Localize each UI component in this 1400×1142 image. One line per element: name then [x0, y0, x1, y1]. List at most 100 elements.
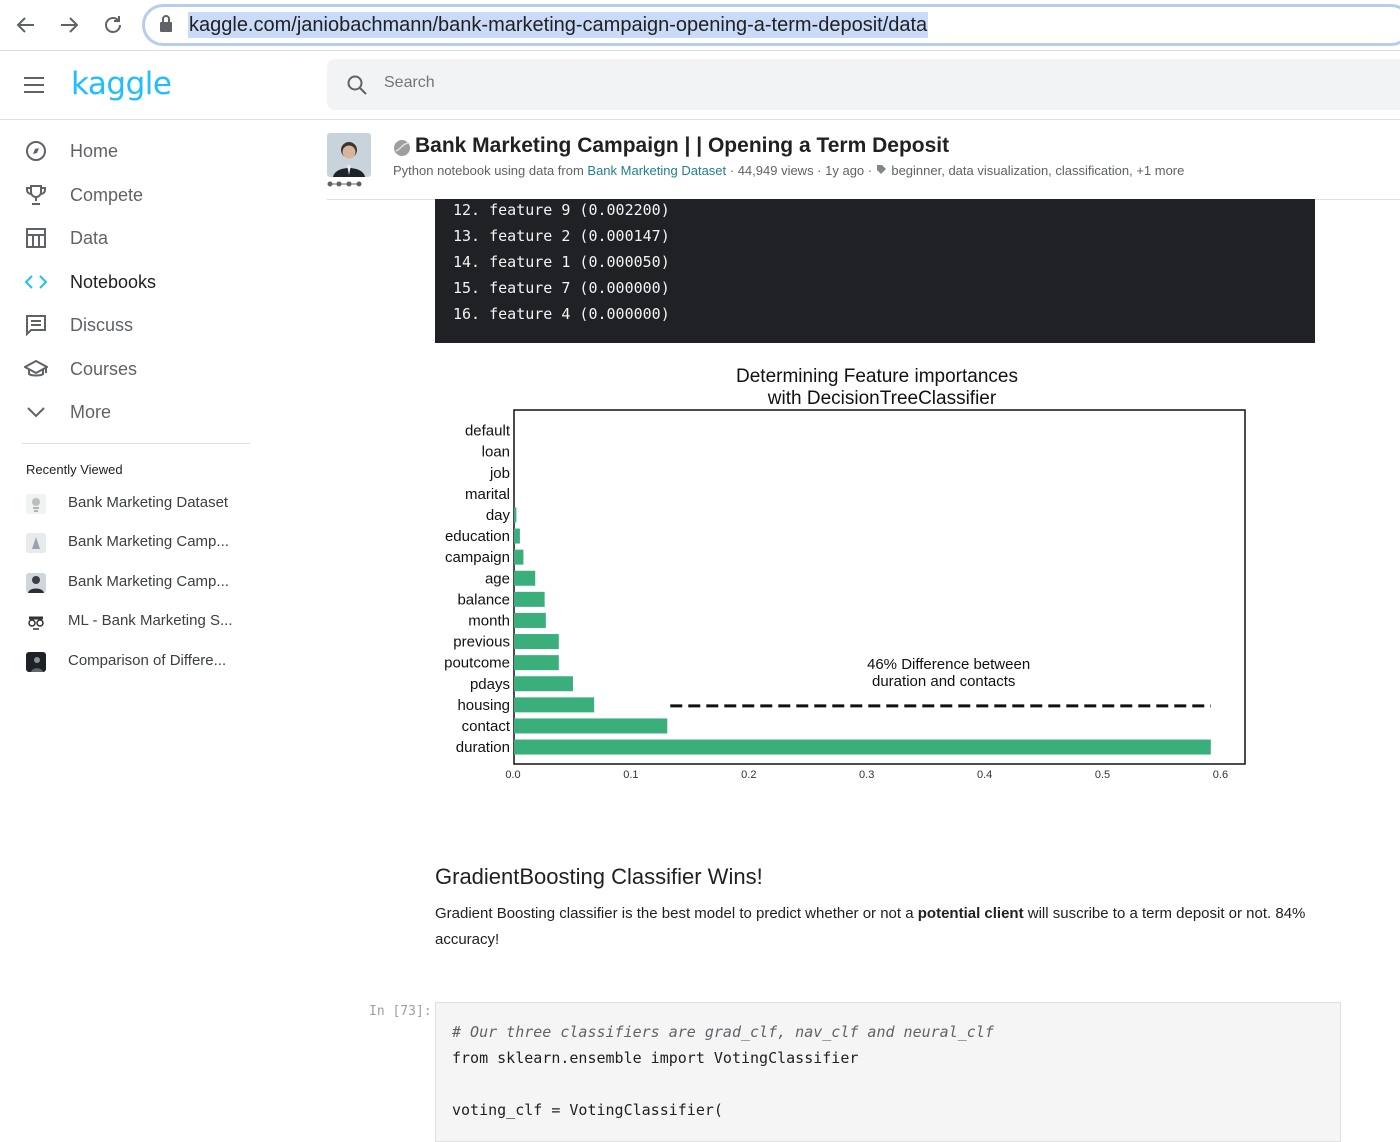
chart-title-line1: Determining Feature importances — [736, 366, 1018, 387]
arrow-right-icon — [61, 17, 79, 33]
reload-icon — [105, 16, 121, 33]
code-icon — [24, 270, 48, 294]
sidebar-item-courses[interactable]: Courses — [0, 349, 260, 389]
y-tick-label: loan — [482, 444, 510, 461]
kaggle-logo[interactable]: kaggle — [71, 66, 172, 102]
meta-prefix: Python notebook using data from — [393, 163, 588, 178]
y-tick-label: month — [468, 612, 510, 629]
compass-icon — [24, 139, 48, 163]
header-divider — [0, 119, 1400, 120]
x-tick-label: 0.0 — [505, 769, 520, 781]
chart-plot-area — [513, 409, 1246, 765]
recent-item-label: ML - Bank Marketing S... — [68, 612, 233, 629]
sidebar-item-data[interactable]: Data — [0, 218, 260, 258]
cell-output-console: 12. feature 9 (0.002200) 13. feature 2 (… — [435, 199, 1315, 343]
sidebar-divider — [22, 443, 250, 444]
sidebar-item-compete[interactable]: Compete — [0, 175, 260, 215]
cell-prompt: In [73]: — [369, 1004, 432, 1019]
y-tick-label: default — [465, 423, 511, 440]
paragraph-text: Gradient Boosting classifier is the best… — [435, 905, 918, 922]
x-tick-label: 0.3 — [859, 769, 874, 781]
menu-icon[interactable] — [22, 74, 48, 96]
forward-button[interactable] — [52, 8, 86, 42]
y-tick-label: day — [486, 507, 511, 524]
console-line: 12. feature 9 (0.002200) — [453, 201, 670, 219]
x-tick-label: 0.5 — [1095, 769, 1110, 781]
bar-day — [514, 507, 517, 523]
code-line: # Our three classifiers are grad_clf, na… — [452, 1023, 994, 1041]
bar-contact — [514, 718, 668, 734]
user-avatar-icon — [26, 573, 46, 593]
meta-tags[interactable]: beginner, data visualization, classifica… — [891, 163, 1184, 178]
y-tick-label: pdays — [470, 676, 510, 693]
sidebar-item-label: Courses — [70, 358, 138, 379]
y-tick-label: age — [485, 570, 510, 587]
recent-item[interactable]: Bank Marketing Camp... — [0, 526, 260, 560]
user-avatar-icon — [327, 133, 371, 177]
y-tick-label: contact — [462, 718, 511, 735]
bar-previous — [514, 634, 559, 650]
y-tick-label: duration — [456, 739, 510, 756]
recent-item[interactable]: Bank Marketing Camp... — [0, 566, 260, 600]
sidebar-item-label: Compete — [70, 184, 144, 205]
bar-poutcome — [514, 655, 559, 671]
notebook-thumbnail-icon — [26, 533, 46, 553]
chart-annotation-line1: 46% Difference between — [867, 656, 1030, 673]
code-line: from sklearn.ensemble import VotingClass… — [452, 1049, 859, 1067]
bar-pdays — [514, 676, 573, 692]
sidebar-item-label: Home — [70, 140, 119, 161]
bar-month — [514, 612, 546, 628]
school-icon — [24, 357, 48, 381]
console-line: 15. feature 7 (0.000000) — [453, 279, 670, 297]
code-line: voting_clf = VotingClassifier( — [452, 1101, 723, 1119]
x-tick-label: 0.2 — [741, 769, 756, 781]
console-line: 14. feature 1 (0.000050) — [453, 253, 670, 271]
dataset-link[interactable]: Bank Marketing Dataset — [587, 163, 726, 178]
recent-item-label: Comparison of Differe... — [68, 652, 227, 669]
markdown-heading: GradientBoosting Classifier Wins! — [435, 864, 763, 889]
user-avatar-icon — [26, 652, 46, 672]
bar-duration — [514, 739, 1211, 755]
markdown-paragraph: Gradient Boosting classifier is the best… — [435, 901, 1335, 953]
tag-icon — [876, 163, 888, 178]
url-text[interactable]: kaggle.com/janiobachmann/bank-marketing-… — [188, 12, 929, 38]
recent-item[interactable]: Comparison of Differe... — [0, 645, 260, 679]
sidebar-item-label: More — [70, 401, 112, 422]
back-button[interactable] — [9, 8, 43, 42]
notebook-meta: Python notebook using data from Bank Mar… — [393, 163, 1184, 178]
public-visibility-icon — [394, 140, 410, 156]
recent-item[interactable]: ML - Bank Marketing S... — [0, 605, 260, 639]
sidebar-item-notebooks[interactable]: Notebooks — [0, 262, 260, 302]
code-cell[interactable]: # Our three classifiers are grad_clf, na… — [435, 1002, 1341, 1142]
recent-item[interactable]: Bank Marketing Dataset — [0, 487, 260, 521]
y-tick-label: marital — [465, 486, 510, 503]
recently-viewed-heading: Recently Viewed — [26, 462, 123, 477]
dataset-thumbnail-icon — [26, 494, 46, 514]
y-tick-label: education — [445, 528, 510, 545]
sidebar-item-label: Data — [70, 227, 109, 248]
chart-annotation-line2: duration and contacts — [872, 673, 1015, 690]
sidebar-item-label: Notebooks — [70, 271, 157, 292]
arrow-left-icon — [16, 17, 34, 33]
y-tick-label: previous — [453, 634, 510, 651]
notebook-title: Bank Marketing Campaign | | Opening a Te… — [415, 134, 950, 157]
comment-icon — [24, 313, 48, 337]
lock-icon — [160, 15, 172, 32]
author-avatar[interactable] — [327, 133, 371, 177]
bar-balance — [514, 591, 545, 607]
y-tick-label: housing — [457, 697, 510, 714]
sidebar-item-home[interactable]: Home — [0, 131, 260, 171]
sidebar-item-more[interactable]: More — [0, 392, 260, 432]
trophy-icon — [24, 183, 48, 207]
feature-importance-chart: Determining Feature importances with Dec… — [444, 366, 1246, 781]
sidebar-item-discuss[interactable]: Discuss — [0, 305, 260, 345]
x-tick-label: 0.1 — [623, 769, 638, 781]
recent-item-label: Bank Marketing Camp... — [68, 573, 229, 590]
sidebar-item-label: Discuss — [70, 314, 134, 335]
chart-title-line2: with DecisionTreeClassifier — [767, 388, 997, 409]
reload-button[interactable] — [96, 8, 130, 42]
progression-dots-icon — [327, 181, 362, 187]
search-input[interactable] — [384, 74, 984, 92]
bar-age — [514, 570, 536, 586]
recent-item-label: Bank Marketing Dataset — [68, 494, 229, 511]
